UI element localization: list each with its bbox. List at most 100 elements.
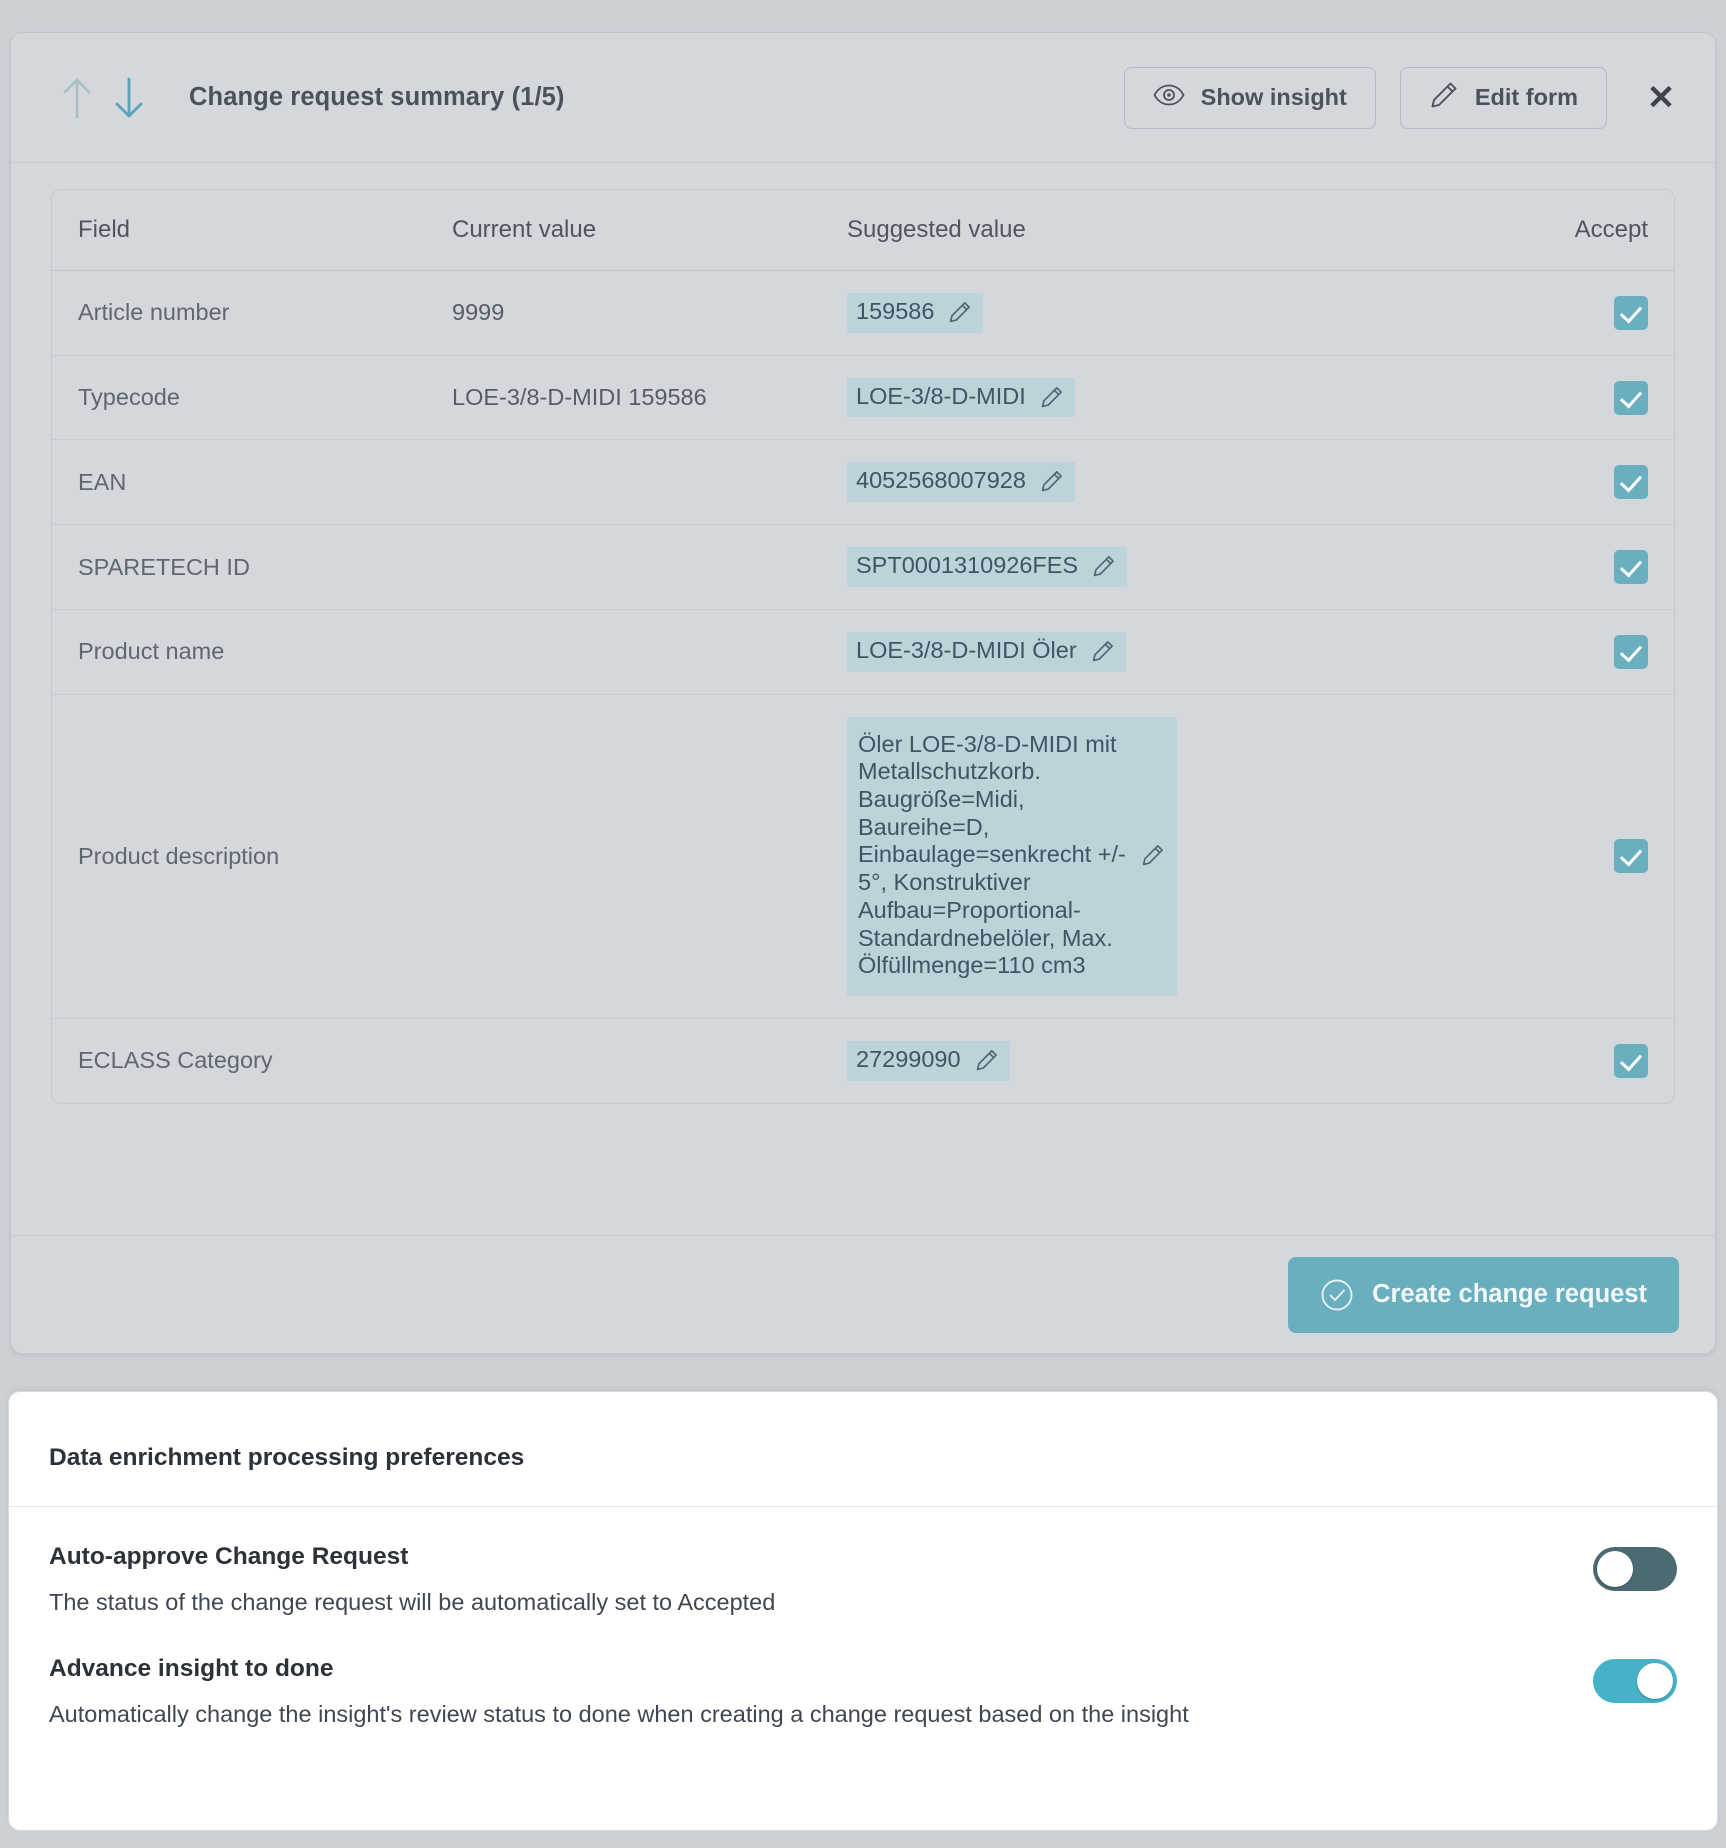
cell-accept xyxy=(1524,610,1674,695)
cell-accept xyxy=(1524,440,1674,526)
cell-accept xyxy=(1524,525,1674,610)
accept-checkbox[interactable] xyxy=(1614,634,1648,669)
preference-text: Advance insight to done Automatically cha… xyxy=(49,1655,1593,1733)
preferences-list: Auto-approve Change Request The status of… xyxy=(9,1507,1717,1733)
edit-value-icon[interactable] xyxy=(948,300,972,324)
table-row: ECLASS Category 27299090 xyxy=(52,1019,1674,1103)
show-insight-button[interactable]: Show insight xyxy=(1123,66,1376,129)
next-insight-button[interactable] xyxy=(103,70,155,126)
cell-accept xyxy=(1524,695,1674,1020)
preference-toggle[interactable] xyxy=(1593,1547,1677,1591)
table-header-row: Field Current value Suggested value Acce… xyxy=(52,190,1674,271)
arrow-down-icon xyxy=(112,77,146,119)
cell-current-value: 9999 xyxy=(452,271,847,356)
page-title: Change request summary (1/5) xyxy=(189,83,565,111)
suggested-value-text: 159586 xyxy=(856,298,935,324)
change-request-body: Field Current value Suggested value Acce… xyxy=(11,163,1715,1235)
cell-current-value xyxy=(452,695,847,1020)
edit-form-button[interactable]: Edit form xyxy=(1399,66,1607,129)
change-request-header: Change request summary (1/5) Show insigh… xyxy=(11,33,1715,163)
table-row: SPARETECH ID SPT0001310926FES xyxy=(52,525,1674,610)
create-change-request-label: Create change request xyxy=(1372,1280,1647,1308)
table-row: Product name LOE-3/8-D-MIDI Öler xyxy=(52,610,1674,695)
cell-suggested-value: LOE-3/8-D-MIDI xyxy=(847,356,1524,441)
previous-insight-button[interactable] xyxy=(51,70,103,126)
cell-field-name: Typecode xyxy=(52,356,452,441)
preferences-card: Data enrichment processing preferences A… xyxy=(8,1391,1718,1831)
suggested-value-chip[interactable]: Öler LOE-3/8-D-MIDI mit Metallschutzkorb… xyxy=(847,716,1177,997)
cell-current-value xyxy=(452,610,847,695)
suggested-value-text: Öler LOE-3/8-D-MIDI mit Metallschutzkorb… xyxy=(858,730,1126,979)
create-change-request-button[interactable]: Create change request xyxy=(1288,1256,1679,1333)
cell-field-name: ECLASS Category xyxy=(78,1047,273,1074)
cell-suggested-value: 159586 xyxy=(847,271,1524,356)
change-request-footer: Create change request xyxy=(11,1235,1715,1353)
cell-current-value xyxy=(452,440,847,526)
suggested-value-chip[interactable]: 159586 xyxy=(847,293,984,333)
cell-suggested-value: SPT0001310926FES xyxy=(847,525,1524,610)
preference-row: Advance insight to done Automatically cha… xyxy=(9,1621,1717,1733)
preference-label: Auto-approve Change Request xyxy=(49,1543,409,1570)
suggested-value-chip[interactable]: LOE-3/8-D-MIDI xyxy=(847,377,1075,418)
column-header-suggested-value: Suggested value xyxy=(847,190,1524,271)
preference-toggle[interactable] xyxy=(1593,1659,1677,1704)
suggested-value-text: 4052568007928 xyxy=(856,467,1026,494)
suggested-value-chip[interactable]: 4052568007928 xyxy=(847,462,1075,503)
cell-field-name: SPARETECH ID xyxy=(52,525,452,610)
show-insight-label: Show insight xyxy=(1200,84,1347,110)
suggested-value-chip[interactable]: 27299090 xyxy=(847,1041,1010,1081)
accept-checkbox[interactable] xyxy=(1614,839,1648,874)
table-row: Typecode LOE-3/8-D-MIDI 159586 LOE-3/8-D-M… xyxy=(52,356,1674,441)
edit-value-icon[interactable] xyxy=(1141,843,1165,867)
cell-suggested-value: 27299090 xyxy=(847,1019,1524,1103)
edit-value-icon[interactable] xyxy=(1040,385,1064,409)
accept-checkbox[interactable] xyxy=(1614,380,1648,415)
suggested-value-text: LOE-3/8-D-MIDI xyxy=(856,382,1026,409)
suggested-value-text: LOE-3/8-D-MIDI Öler xyxy=(856,636,1077,663)
close-button[interactable]: ✕ xyxy=(1635,72,1687,124)
edit-form-label: Edit form xyxy=(1474,84,1578,110)
cell-current-value: LOE-3/8-D-MIDI 159586 xyxy=(452,356,847,441)
change-request-table: Field Current value Suggested value Acce… xyxy=(51,189,1675,1104)
table-head: Field Current value Suggested value Acce… xyxy=(52,190,1674,271)
cell-current-value xyxy=(452,1019,847,1103)
check-circle-icon xyxy=(1320,1278,1354,1312)
preference-label: Advance insight to done xyxy=(49,1655,334,1683)
cell-accept xyxy=(1524,271,1674,356)
column-header-accept: Accept xyxy=(1524,190,1674,271)
table-row: Product description Öler LOE-3/8-D-MIDI m… xyxy=(52,695,1674,1020)
suggested-value-chip[interactable]: LOE-3/8-D-MIDI Öler xyxy=(847,631,1126,672)
column-header-current-value: Current value xyxy=(452,190,847,271)
app-root: Change request summary (1/5) Show insigh… xyxy=(0,0,1726,1848)
suggested-value-text: SPT0001310926FES xyxy=(856,552,1079,579)
accept-checkbox[interactable] xyxy=(1614,465,1648,500)
edit-value-icon[interactable] xyxy=(1091,639,1115,663)
cell-field-name: Product description xyxy=(52,695,452,1020)
cell-suggested-value: 4052568007928 xyxy=(847,440,1524,526)
accept-checkbox[interactable] xyxy=(1614,1043,1648,1078)
preference-row: Auto-approve Change Request The status of… xyxy=(9,1507,1717,1621)
cell-suggested-value: Öler LOE-3/8-D-MIDI mit Metallschutzkorb… xyxy=(847,695,1524,1020)
accept-checkbox[interactable] xyxy=(1614,295,1648,330)
cell-suggested-value: LOE-3/8-D-MIDI Öler xyxy=(847,610,1524,695)
edit-value-icon[interactable] xyxy=(975,1048,999,1072)
suggested-value-chip[interactable]: SPT0001310926FES xyxy=(847,547,1128,587)
cell-field-name: Product name xyxy=(52,610,452,695)
preference-description: The status of the change request will be… xyxy=(49,1589,776,1615)
cell-accept xyxy=(1524,1019,1674,1103)
cell-accept xyxy=(1524,356,1674,441)
suggested-value-text: 27299090 xyxy=(856,1046,961,1073)
eye-icon xyxy=(1153,84,1185,112)
close-icon: ✕ xyxy=(1646,78,1676,117)
toggle-knob xyxy=(1597,1551,1633,1587)
table-row: Article number 9999 159586 xyxy=(52,271,1674,356)
edit-value-icon[interactable] xyxy=(1040,469,1064,493)
pencil-icon xyxy=(1429,80,1459,116)
preference-description: Automatically change the insight's revie… xyxy=(49,1701,1189,1728)
preferences-title: Data enrichment processing preferences xyxy=(9,1392,1717,1507)
edit-value-icon[interactable] xyxy=(1092,554,1116,578)
change-request-panel: Change request summary (1/5) Show insigh… xyxy=(10,32,1716,1354)
preference-text: Auto-approve Change Request The status of… xyxy=(49,1543,1593,1621)
accept-checkbox[interactable] xyxy=(1614,550,1648,585)
column-header-field: Field xyxy=(52,190,452,271)
